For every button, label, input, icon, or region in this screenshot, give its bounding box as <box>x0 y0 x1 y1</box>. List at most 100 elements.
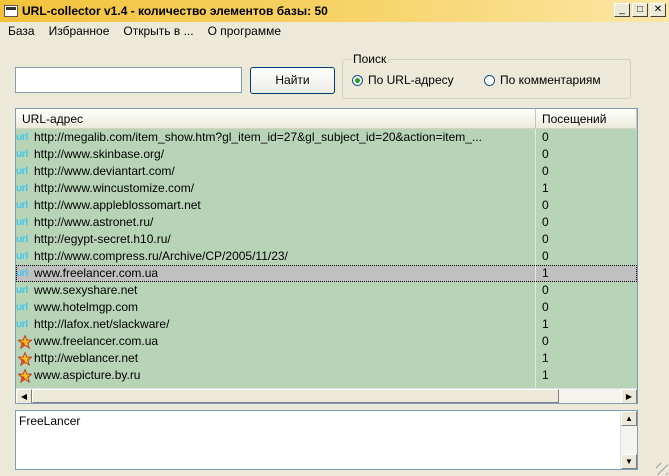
url-text: http://egypt-secret.h10.ru/ <box>34 232 171 246</box>
app-window: URL-collector v1.4 - количество элементо… <box>0 0 669 476</box>
url-text: http://lafox.net/slackware/ <box>34 317 170 331</box>
url-cell[interactable]: url http://www.deviantart.com/ <box>16 163 536 180</box>
url-icon: url <box>16 285 28 296</box>
visits-cell: 0 <box>542 147 549 161</box>
favorite-star-icon <box>16 334 34 349</box>
search-input[interactable] <box>15 67 242 93</box>
url-icon: url <box>16 251 28 262</box>
url-cell[interactable]: url www.hotelmgp.com <box>16 299 536 316</box>
column-header-visits[interactable]: Посещений <box>536 109 637 129</box>
horizontal-scroll-thumb[interactable] <box>32 389 559 403</box>
window-controls: _ □ ✕ <box>614 3 666 17</box>
radio-by-comment[interactable]: По комментариям <box>484 73 601 87</box>
comment-scrollbar[interactable]: ▲ ▼ <box>620 411 637 469</box>
column-header-url[interactable]: URL-адрес <box>16 109 536 129</box>
url-cell[interactable]: www.freelancer.com.ua <box>16 333 536 350</box>
comment-scroll-down-button[interactable]: ▼ <box>621 454 637 469</box>
url-icon: url <box>16 268 28 279</box>
table-row[interactable]: url http://www.compress.ru/Archive/CP/200… <box>16 248 637 265</box>
resize-grip[interactable] <box>656 463 668 475</box>
url-icon: url <box>16 319 28 330</box>
table-row[interactable]: url www.hotelmgp.com 0 <box>16 299 637 316</box>
list-header: URL-адрес Посещений <box>16 109 637 129</box>
table-row[interactable]: url http://megalib.com/item_show.htm?gl_i… <box>16 129 637 146</box>
url-cell[interactable]: url http://www.compress.ru/Archive/CP/200… <box>16 248 536 265</box>
menu-favorites[interactable]: Избранное <box>41 24 116 38</box>
radio-by-url-label: По URL-адресу <box>368 73 454 87</box>
url-text: www.sexyshare.net <box>34 283 138 297</box>
url-text: www.freelancer.com.ua <box>34 266 159 280</box>
url-cell[interactable]: http://weblancer.net <box>16 350 536 367</box>
url-text: http://www.astronet.ru/ <box>34 215 154 229</box>
url-text: http://www.skinbase.org/ <box>34 147 165 161</box>
url-cell[interactable]: url http://www.appleblossomart.net <box>16 197 536 214</box>
url-cell[interactable]: url http://www.astronet.ru/ <box>16 214 536 231</box>
comment-text[interactable]: FreeLancer <box>19 414 80 428</box>
url-cell[interactable]: url http://lafox.net/slackware/ <box>16 316 536 333</box>
comment-scroll-up-button[interactable]: ▲ <box>621 411 637 426</box>
url-icon: url <box>16 200 28 211</box>
url-cell[interactable]: url http://www.skinbase.org/ <box>16 146 536 163</box>
table-row[interactable]: url www.sexyshare.net 0 <box>16 282 637 299</box>
close-button[interactable]: ✕ <box>650 3 666 17</box>
url-icon: url <box>16 166 28 177</box>
radio-by-url-dot[interactable] <box>352 74 363 86</box>
table-row[interactable]: url http://www.deviantart.com/0 <box>16 163 637 180</box>
table-row[interactable]: url www.freelancer.com.ua 1 <box>16 265 637 282</box>
scroll-right-button[interactable]: ▶ <box>621 389 637 403</box>
url-icon: url <box>16 183 28 194</box>
table-row[interactable]: url http://www.appleblossomart.net 0 <box>16 197 637 214</box>
horizontal-scrollbar[interactable]: ◀ ▶ <box>16 388 637 403</box>
visits-cell: 1 <box>542 351 549 365</box>
url-cell[interactable]: url www.freelancer.com.ua <box>16 265 536 282</box>
url-icon: url <box>16 149 28 160</box>
url-cell[interactable]: url http://www.wincustomize.com/ <box>16 180 536 197</box>
url-cell[interactable]: url http://megalib.com/item_show.htm?gl_i… <box>16 129 536 146</box>
visits-cell: 0 <box>542 249 549 263</box>
maximize-button[interactable]: □ <box>632 3 648 17</box>
url-text: www.aspicture.by.ru <box>34 368 141 382</box>
menu-about[interactable]: О программе <box>200 24 287 38</box>
url-icon: url <box>16 234 28 245</box>
url-cell[interactable]: url http://egypt-secret.h10.ru/ <box>16 231 536 248</box>
visits-cell: 0 <box>542 334 549 348</box>
url-text: www.hotelmgp.com <box>34 300 139 314</box>
menu-open-in[interactable]: Открыть в ... <box>115 24 199 38</box>
visits-cell: 0 <box>542 215 549 229</box>
table-row[interactable]: url http://www.astronet.ru/0 <box>16 214 637 231</box>
radio-by-url[interactable]: По URL-адресу <box>352 73 454 87</box>
vertical-scrollbar[interactable]: ▲ ▼ <box>637 129 638 386</box>
table-row[interactable]: url http://www.wincustomize.com/1 <box>16 180 637 197</box>
url-text: http://www.deviantart.com/ <box>34 164 175 178</box>
scroll-left-button[interactable]: ◀ <box>16 389 32 403</box>
find-button[interactable]: Найти <box>250 67 335 94</box>
list-rows: url http://megalib.com/item_show.htm?gl_i… <box>16 129 637 384</box>
comment-box[interactable]: FreeLancer ▲ ▼ <box>15 410 638 470</box>
table-row[interactable]: url http://egypt-secret.h10.ru/0 <box>16 231 637 248</box>
url-icon: url <box>16 132 28 143</box>
url-list[interactable]: URL-адрес Посещений url http://megalib.co… <box>15 108 638 404</box>
url-text: www.freelancer.com.ua <box>34 334 159 348</box>
table-row[interactable]: url http://lafox.net/slackware/1 <box>16 316 637 333</box>
search-group-label: Поиск <box>351 52 389 66</box>
url-icon: url <box>16 217 28 228</box>
window-title: URL-collector v1.4 - количество элементо… <box>22 4 328 18</box>
minimize-button[interactable]: _ <box>614 3 630 17</box>
title-bar[interactable]: URL-collector v1.4 - количество элементо… <box>0 0 669 22</box>
table-row[interactable]: url http://www.skinbase.org/0 <box>16 146 637 163</box>
url-text: http://weblancer.net <box>34 351 139 365</box>
url-cell[interactable]: url www.sexyshare.net <box>16 282 536 299</box>
app-icon <box>4 5 18 17</box>
url-icon: url <box>16 302 28 313</box>
url-text: http://www.wincustomize.com/ <box>34 181 195 195</box>
url-text: http://www.appleblossomart.net <box>34 198 201 212</box>
table-row[interactable]: http://weblancer.net 1 <box>16 350 637 367</box>
menu-database[interactable]: База <box>0 24 41 38</box>
radio-by-comment-dot[interactable] <box>484 74 495 86</box>
table-row[interactable]: www.aspicture.by.ru 1 <box>16 367 637 384</box>
url-text: http://www.compress.ru/Archive/CP/2005/1… <box>34 249 288 263</box>
visits-cell: 1 <box>542 266 549 280</box>
table-row[interactable]: www.freelancer.com.ua 0 <box>16 333 637 350</box>
search-mode-group: Поиск По URL-адресу По комментариям <box>342 52 631 99</box>
url-cell[interactable]: www.aspicture.by.ru <box>16 367 536 384</box>
